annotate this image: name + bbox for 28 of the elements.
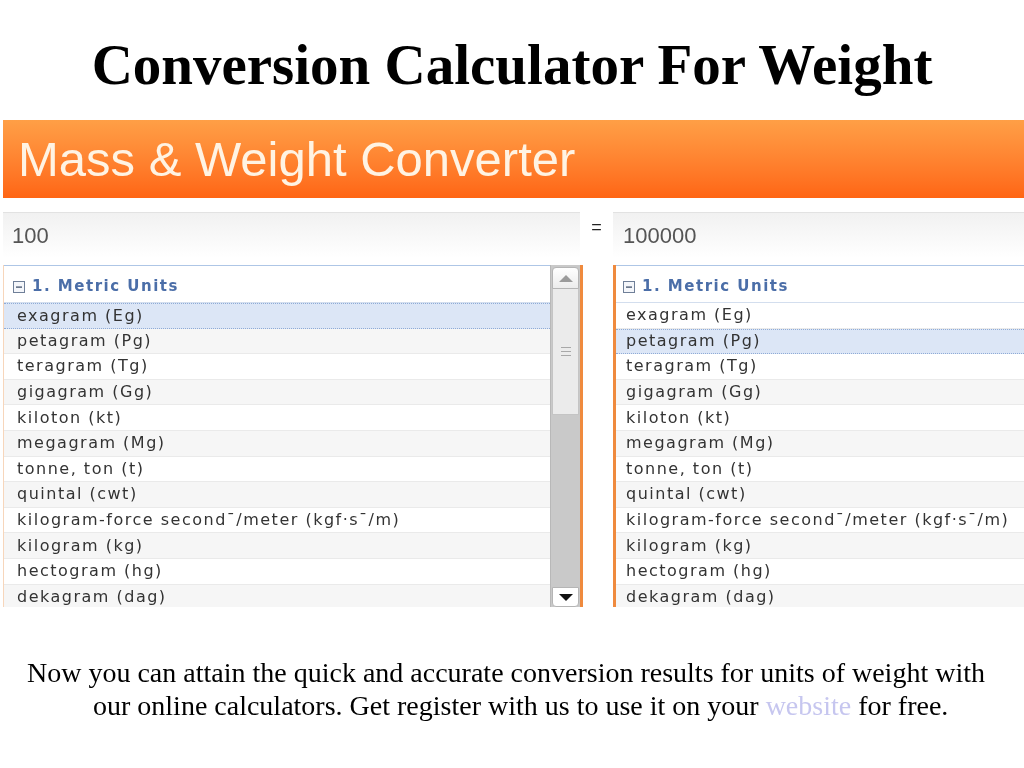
caret-up-icon — [558, 274, 573, 282]
converter-title: Mass & Weight Converter — [18, 131, 576, 187]
equals-sign: = — [591, 216, 602, 239]
scrollbar[interactable] — [550, 265, 580, 607]
unit-item[interactable]: megagram (Mg) — [4, 430, 550, 457]
description-text: Now you can attain the quick and accurate conversion results for units of weight with our online calculators. Get register with us to use it on your website for free. — [27, 656, 986, 722]
unit-item[interactable]: megagram (Mg) — [616, 430, 1024, 457]
unit-list[interactable] — [613, 265, 1024, 607]
unit-item[interactable]: petagram (Pg) — [4, 328, 550, 355]
unit-list[interactable] — [3, 265, 583, 607]
unit-item[interactable]: quintal (cwt) — [616, 482, 1024, 508]
scroll-down-button[interactable] — [552, 587, 579, 607]
unit-item[interactable]: dekagram (dag) — [4, 584, 550, 607]
unit-item[interactable]: quintal (cwt) — [4, 482, 550, 508]
scroll-thumb[interactable] — [552, 289, 579, 415]
caret-down-icon — [558, 593, 573, 601]
scroll-up-button[interactable] — [552, 267, 579, 289]
unit-item[interactable]: gigagram (Gg) — [616, 379, 1024, 406]
minus-box-icon[interactable] — [13, 280, 25, 293]
grip-icon — [560, 347, 571, 356]
unit-item[interactable]: petagram (Pg) — [616, 328, 1024, 355]
unit-item[interactable]: gigagram (Gg) — [4, 379, 550, 406]
slide-title: Conversion Calculator For Weight — [91, 35, 933, 95]
unit-item[interactable]: kilogram (kg) — [4, 533, 550, 559]
unit-item[interactable]: kilogram (kg) — [616, 533, 1024, 559]
unit-item[interactable]: exagram (Eg) — [4, 303, 550, 329]
unit-item[interactable]: dekagram (dag) — [616, 584, 1024, 607]
minus-box-icon[interactable] — [623, 280, 635, 293]
